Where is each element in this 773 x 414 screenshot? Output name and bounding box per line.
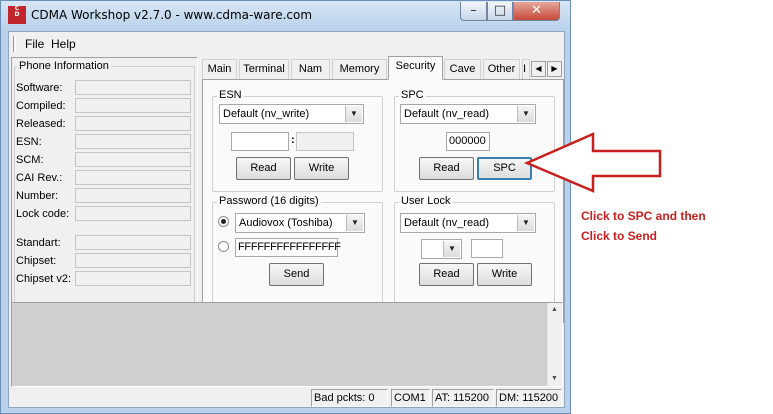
chipset-v2-field	[75, 271, 191, 286]
number-label: Number:	[16, 190, 59, 202]
chipset-label: Chipset:	[16, 255, 57, 267]
password-send-button[interactable]: Send	[269, 263, 324, 286]
minimize-button[interactable]: –	[460, 2, 487, 21]
software-field	[75, 80, 191, 95]
annotation-line-2: Click to Send	[581, 229, 658, 243]
esn-read-button[interactable]: Read	[236, 157, 291, 180]
tab-main[interactable]: Main	[202, 59, 237, 79]
esn-mode-select[interactable]: Default (nv_write) ▼	[219, 104, 364, 124]
spc-group-title: SPC	[399, 89, 426, 101]
title-bar[interactable]: CD CDMA Workshop v2.7.0 - www.cdma-ware.…	[1, 1, 570, 31]
released-field	[75, 116, 191, 131]
tab-other[interactable]: Other	[483, 59, 520, 79]
password-device-radio[interactable]	[218, 216, 229, 227]
cai-rev-label: CAI Rev.:	[16, 172, 63, 184]
log-scrollbar[interactable]: ▲ ▼	[547, 303, 562, 386]
chevron-down-icon[interactable]: ▼	[517, 106, 534, 122]
app-logo: CD	[8, 6, 26, 24]
password-input[interactable]: FFFFFFFFFFFFFFFF	[235, 238, 341, 257]
tab-scroll-right-button[interactable]: ▶	[547, 61, 562, 77]
radio-dot	[221, 219, 226, 224]
scroll-up-icon[interactable]: ▲	[551, 306, 558, 313]
window-title: CDMA Workshop v2.7.0 - www.cdma-ware.com	[31, 8, 313, 22]
annotation-line-1: Click to SPC and then	[581, 209, 706, 223]
scm-label: SCM:	[16, 154, 44, 166]
spc-mode-value: Default (nv_read)	[404, 108, 489, 120]
chevron-down-icon[interactable]: ▼	[345, 106, 362, 122]
user-lock-code-input[interactable]	[471, 239, 503, 258]
user-lock-mode-value: Default (nv_read)	[404, 217, 489, 229]
tab-security[interactable]: Security	[388, 56, 443, 80]
password-device-select[interactable]: Audiovox (Toshiba) ▼	[235, 213, 365, 233]
password-group-title: Password (16 digits)	[217, 195, 321, 207]
client-area: File Help Phone Information Software: Co…	[8, 31, 565, 408]
tab-memory[interactable]: Memory	[332, 59, 387, 79]
user-lock-mode-select[interactable]: Default (nv_read) ▼	[400, 213, 536, 233]
esn-label: ESN:	[16, 136, 42, 148]
user-lock-read-button[interactable]: Read	[419, 263, 474, 286]
spc-read-button[interactable]: Read	[419, 157, 474, 180]
user-lock-group-title: User Lock	[399, 195, 453, 207]
bad-packets-status: Bad pckts: 0	[311, 389, 388, 407]
password-custom-radio[interactable]	[218, 241, 229, 252]
tab-terminal[interactable]: Terminal	[239, 59, 289, 79]
close-button[interactable]: ✕	[513, 2, 560, 21]
user-lock-write-button[interactable]: Write	[477, 263, 532, 286]
esn-group-title: ESN	[217, 89, 244, 101]
toolbar-grip	[13, 36, 16, 52]
at-speed-status: AT: 115200	[432, 389, 494, 407]
compiled-field	[75, 98, 191, 113]
tab-cave[interactable]: Cave	[444, 59, 481, 79]
app-window: CD CDMA Workshop v2.7.0 - www.cdma-ware.…	[0, 0, 571, 414]
tab-overflow[interactable]: I	[522, 59, 530, 79]
standart-label: Standart:	[16, 237, 61, 249]
annotation-arrow-icon	[523, 132, 662, 193]
esn-hex-input[interactable]	[231, 132, 289, 151]
chevron-down-icon[interactable]: ▼	[346, 215, 363, 231]
log-area[interactable]: ▲ ▼	[11, 302, 563, 387]
cai-rev-field	[75, 170, 191, 185]
released-label: Released:	[16, 118, 66, 130]
chevron-down-icon[interactable]: ▼	[443, 241, 460, 257]
chipset-field	[75, 253, 191, 268]
esn-write-button[interactable]: Write	[294, 157, 349, 180]
dm-speed-status: DM: 115200	[496, 389, 562, 407]
maximize-button[interactable]: □	[487, 2, 513, 21]
tab-nam[interactable]: Nam	[291, 59, 330, 79]
scm-field	[75, 152, 191, 167]
chipset-v2-label: Chipset v2:	[16, 273, 72, 285]
user-lock-digit-select[interactable]: ▼	[421, 239, 462, 259]
password-device-value: Audiovox (Toshiba)	[239, 217, 333, 229]
spc-mode-select[interactable]: Default (nv_read) ▼	[400, 104, 536, 124]
esn-mode-value: Default (nv_write)	[223, 108, 310, 120]
phone-info-title: Phone Information	[17, 60, 111, 72]
esn-dec-input	[296, 132, 354, 151]
tab-control: Main Terminal Nam Memory Security Cave O…	[202, 56, 564, 323]
standart-field	[75, 235, 191, 250]
menu-bar: File Help	[9, 32, 564, 56]
scroll-down-icon[interactable]: ▼	[551, 375, 558, 382]
esn-separator: :	[291, 134, 295, 146]
chevron-down-icon[interactable]: ▼	[517, 215, 534, 231]
menu-help[interactable]: Help	[51, 37, 76, 51]
lock-code-label: Lock code:	[16, 208, 70, 220]
compiled-label: Compiled:	[16, 100, 66, 112]
number-field	[75, 188, 191, 203]
spc-code-input[interactable]: 000000	[446, 132, 490, 151]
menu-file[interactable]: File	[25, 37, 44, 51]
lock-code-field	[75, 206, 191, 221]
esn-field	[75, 134, 191, 149]
tab-scroll-left-button[interactable]: ◀	[531, 61, 546, 77]
port-status: COM1	[391, 389, 430, 407]
status-bar: Bad pckts: 0 COM1 AT: 115200 DM: 115200	[9, 389, 564, 408]
software-label: Software:	[16, 82, 63, 94]
